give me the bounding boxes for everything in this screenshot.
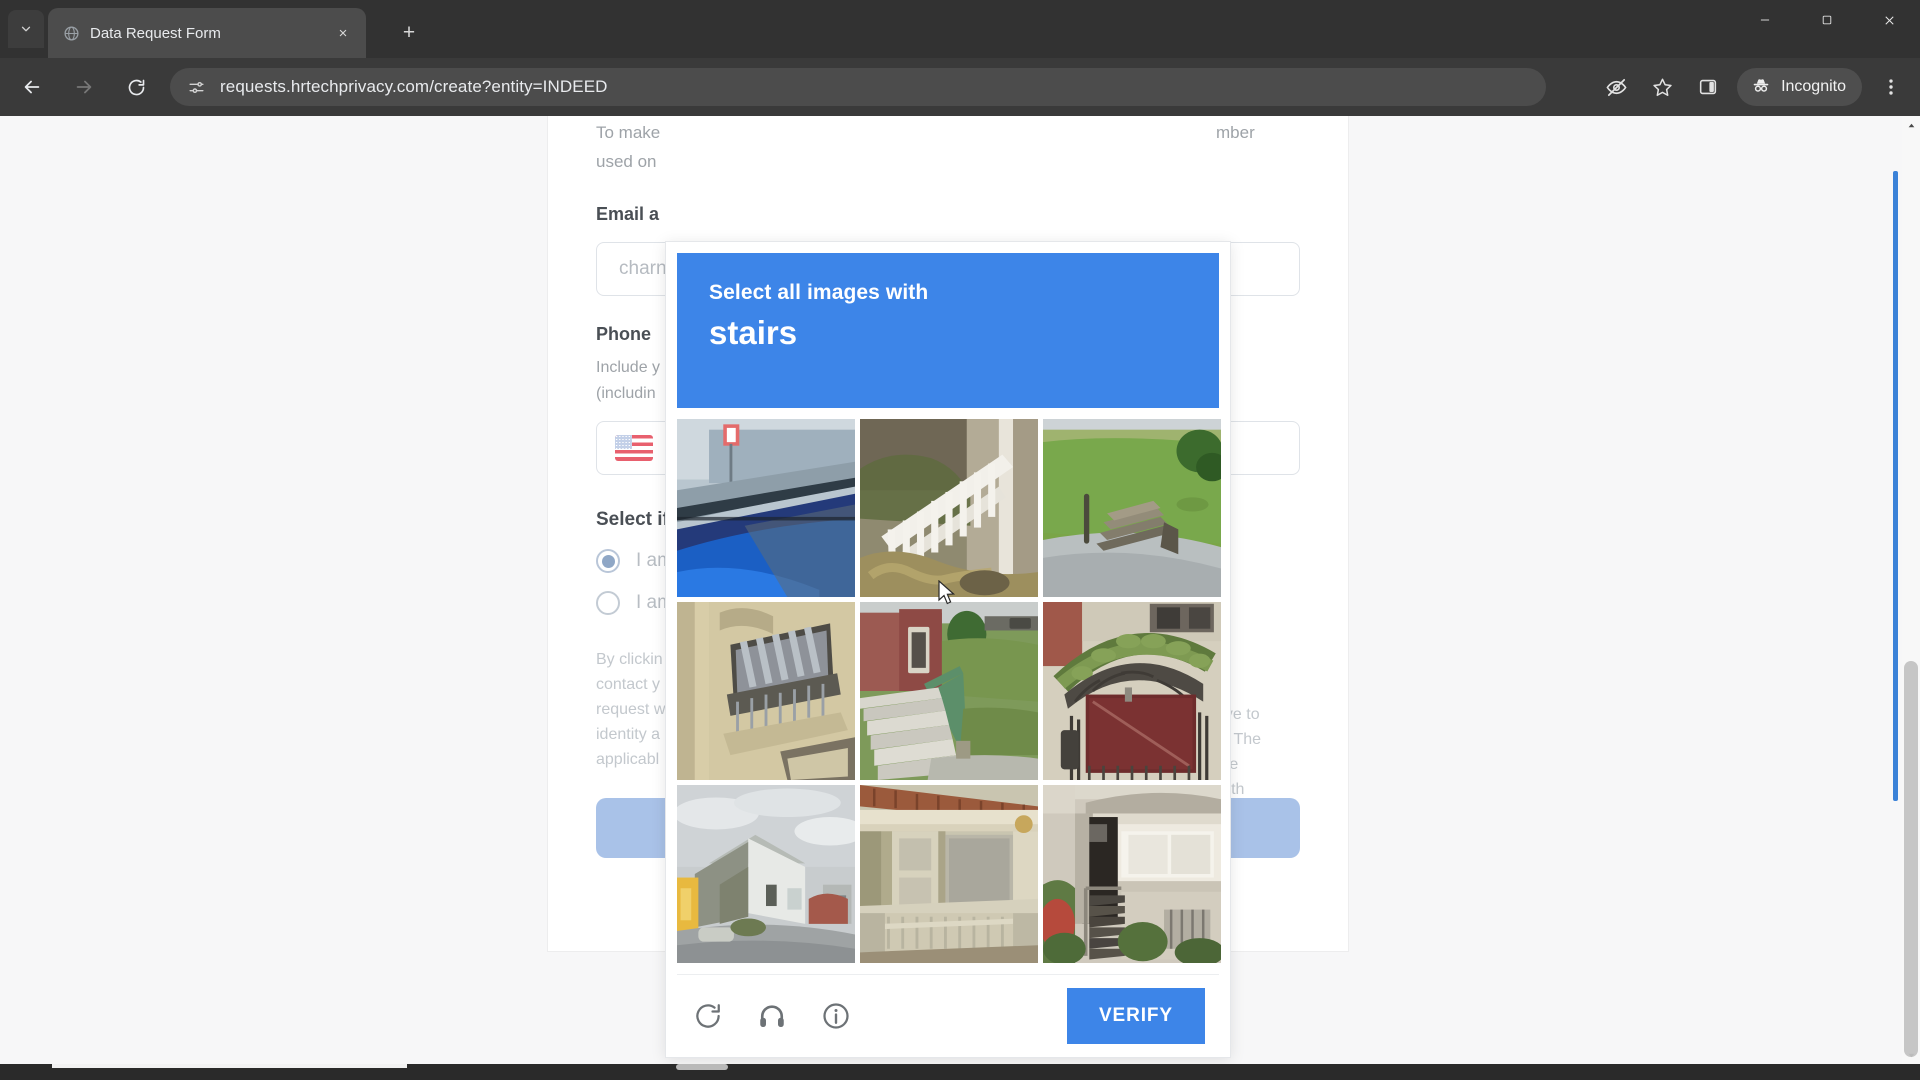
star-icon[interactable] bbox=[1641, 66, 1683, 108]
address-bar[interactable]: requests.hrtechprivacy.com/create?entity… bbox=[170, 68, 1546, 106]
forward-button bbox=[64, 67, 104, 107]
globe-icon bbox=[62, 24, 80, 42]
close-window-button[interactable] bbox=[1858, 0, 1920, 40]
scroll-down-arrow-icon[interactable] bbox=[1902, 1046, 1920, 1064]
browser-window: Data Request Form × + requests.hrtechpri… bbox=[0, 0, 1920, 1080]
captcha-tile-3[interactable] bbox=[1043, 419, 1221, 598]
captcha-image-grid bbox=[677, 419, 1221, 964]
tab-data-request-form[interactable]: Data Request Form × bbox=[48, 8, 366, 58]
arrow-right-icon bbox=[76, 80, 92, 94]
verify-button[interactable]: VERIFY bbox=[1067, 988, 1205, 1045]
intro-line-2: used on bbox=[596, 152, 657, 171]
captcha-tile-1[interactable] bbox=[677, 419, 855, 598]
headphones-audio-icon[interactable] bbox=[755, 999, 789, 1033]
url-text: requests.hrtechprivacy.com/create?entity… bbox=[220, 77, 608, 96]
intro-help-text: To make used on bbox=[596, 116, 1300, 176]
window-controls bbox=[1734, 0, 1920, 58]
tune-settings-icon[interactable] bbox=[186, 77, 206, 97]
captcha-tile-6[interactable] bbox=[1043, 602, 1221, 781]
page-viewport: To make used on Email a charn Phone Incl… bbox=[0, 116, 1920, 1064]
captcha-prompt-header: Select all images with stairs bbox=[677, 253, 1219, 409]
captcha-footer: VERIFY bbox=[677, 974, 1219, 1057]
tab-search-button[interactable] bbox=[8, 10, 44, 48]
close-icon[interactable]: × bbox=[330, 20, 356, 46]
focus-highlight-strip bbox=[1893, 171, 1898, 801]
eye-off-icon[interactable] bbox=[1595, 66, 1637, 108]
incognito-indicator[interactable]: Incognito bbox=[1737, 68, 1862, 106]
mouse-cursor bbox=[938, 579, 956, 606]
three-dot-menu-icon[interactable] bbox=[1870, 66, 1912, 108]
email-label: Email a bbox=[596, 204, 660, 224]
page-scrollbar[interactable] bbox=[1902, 116, 1920, 1064]
browser-toolbar: requests.hrtechprivacy.com/create?entity… bbox=[0, 58, 1920, 116]
recaptcha-image-challenge-dialog: Select all images with stairs VERIFY bbox=[665, 241, 1231, 1058]
reload-icon[interactable] bbox=[691, 999, 725, 1033]
intro-text-right-fragment: mber bbox=[1216, 123, 1255, 142]
maximize-button[interactable] bbox=[1796, 0, 1858, 40]
captcha-tile-8[interactable] bbox=[860, 785, 1038, 964]
captcha-prompt-instruction: Select all images with bbox=[709, 281, 929, 304]
captcha-tile-7[interactable] bbox=[677, 785, 855, 964]
taskbar bbox=[0, 1064, 1920, 1080]
reload-button[interactable] bbox=[116, 67, 156, 107]
captcha-prompt-target: stairs bbox=[709, 314, 798, 351]
captcha-tile-9[interactable] bbox=[1043, 785, 1221, 964]
minimize-button[interactable] bbox=[1734, 0, 1796, 40]
reload-icon bbox=[128, 79, 144, 95]
intro-line-1: To make bbox=[596, 123, 661, 142]
tab-strip: Data Request Form × + bbox=[0, 0, 1920, 58]
scroll-up-arrow-icon[interactable] bbox=[1902, 116, 1920, 134]
taskbar-handle bbox=[676, 1064, 728, 1070]
info-icon[interactable] bbox=[819, 999, 853, 1033]
captcha-tile-5[interactable] bbox=[860, 602, 1038, 781]
incognito-label: Incognito bbox=[1781, 78, 1846, 95]
us-flag-icon[interactable] bbox=[615, 435, 653, 461]
captcha-tile-2[interactable] bbox=[860, 419, 1038, 598]
captcha-tile-4[interactable] bbox=[677, 602, 855, 781]
radio-button-unselected[interactable] bbox=[596, 591, 620, 615]
captcha-action-icons bbox=[691, 999, 853, 1033]
arrow-left-icon bbox=[24, 80, 40, 94]
scrollbar-thumb[interactable] bbox=[1904, 661, 1918, 1057]
close-icon bbox=[1884, 15, 1894, 25]
incognito-hat-icon bbox=[1750, 74, 1772, 101]
side-panel-icon[interactable] bbox=[1687, 66, 1729, 108]
tab-title: Data Request Form bbox=[90, 24, 221, 42]
toolbar-right-icons: Incognito bbox=[1595, 66, 1912, 108]
chevron-down-icon bbox=[21, 26, 31, 32]
taskbar-segment-left bbox=[52, 1064, 407, 1068]
radio-button-selected[interactable] bbox=[596, 549, 620, 573]
new-tab-button[interactable]: + bbox=[392, 16, 426, 50]
minimize-icon bbox=[1760, 19, 1770, 21]
back-button[interactable] bbox=[12, 67, 52, 107]
maximize-icon bbox=[1822, 15, 1832, 25]
